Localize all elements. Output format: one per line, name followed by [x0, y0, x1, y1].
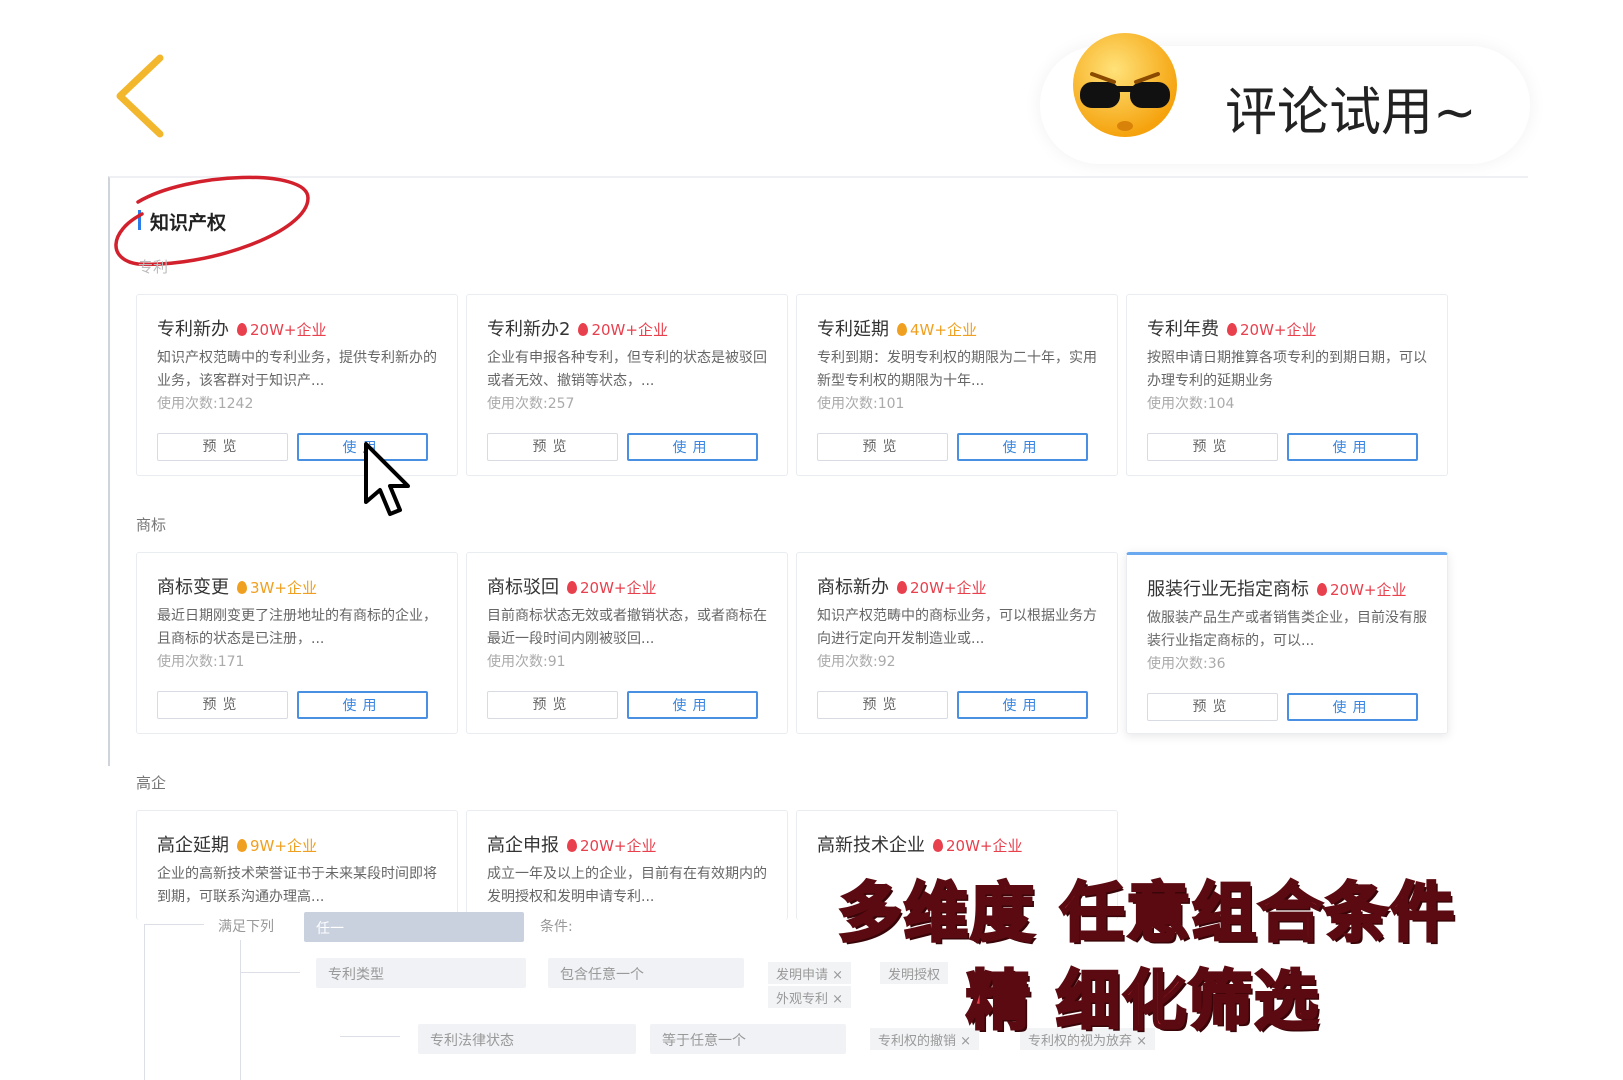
card-title: 专利年费 20W+企业	[1147, 319, 1317, 340]
template-card[interactable]: 商标变更 3W+企业最近日期刚变更了注册地址的有商标的企业，且商标的状态是已注册，…	[136, 552, 458, 734]
mouse-cursor-icon	[364, 442, 410, 516]
card-title: 专利延期 4W+企业	[817, 319, 977, 340]
hot-badge: 20W+企业	[1227, 321, 1317, 339]
card-description: 做服装产品生产或者销售类企业，目前没有服装行业指定商标的，可以...	[1147, 610, 1427, 649]
caption-line-2: 精 细化筛选	[964, 964, 1321, 1041]
caption-line-1: 多维度 任意组合条件	[836, 876, 1457, 953]
hot-badge: 9W+企业	[237, 837, 317, 855]
flame-icon	[237, 323, 247, 336]
card-usage-count: 使用次数:36	[1147, 656, 1226, 672]
flame-icon	[237, 839, 247, 852]
card-description: 知识产权范畴中的专利业务，提供专利新办的业务，该客群对于知识产...	[157, 350, 437, 389]
filter-match-select[interactable]: 任一	[304, 912, 524, 942]
group-label-patent: 专利	[138, 258, 169, 276]
card-title: 高企延期 9W+企业	[157, 835, 317, 856]
template-card[interactable]: 专利新办2 20W+企业企业有申报各种专利，但专利的状态是被驳回或者无效、撤销等状…	[466, 294, 788, 476]
card-title: 专利新办2 20W+企业	[487, 319, 668, 340]
card-title: 商标驳回 20W+企业	[487, 577, 657, 598]
card-description: 企业有申报各种专利，但专利的状态是被驳回或者无效、撤销等状态，...	[487, 350, 767, 389]
preview-button[interactable]: 预览	[817, 691, 948, 719]
card-description: 专利到期：发明专利权的期限为二十年，实用新型专利权的期限为十年...	[817, 350, 1097, 389]
filter-row1-field[interactable]: 专利类型	[316, 958, 526, 988]
filter-match-label: 满足下列	[218, 919, 274, 935]
filter-row2-operator[interactable]: 等于任意一个	[650, 1024, 846, 1054]
card-title: 商标新办 20W+企业	[817, 577, 987, 598]
filter-condition-label: 条件:	[540, 919, 573, 935]
hot-badge: 20W+企业	[1317, 581, 1407, 599]
card-usage-count: 使用次数:101	[817, 396, 905, 412]
preview-button[interactable]: 预览	[157, 433, 288, 461]
hot-badge: 20W+企业	[237, 321, 327, 339]
use-button[interactable]: 使用	[627, 691, 758, 719]
card-description: 知识产权范畴中的商标业务，可以根据业务方向进行定向开发制造业或...	[817, 608, 1097, 647]
template-card[interactable]: 商标驳回 20W+企业目前商标状态无效或者撤销状态，或者商标在最近一段时间内刚被驳…	[466, 552, 788, 734]
filter-row1-tag[interactable]: 发明申请 ×	[768, 962, 852, 984]
cool-face-emoji-icon	[1073, 33, 1177, 137]
group-label-hightech: 高企	[136, 774, 167, 792]
flame-icon	[237, 581, 247, 594]
card-title: 商标变更 3W+企业	[157, 577, 317, 598]
template-card[interactable]: 服装行业无指定商标 20W+企业做服装产品生产或者销售类企业，目前没有服装行业指定…	[1126, 552, 1448, 734]
card-usage-count: 使用次数:1242	[157, 396, 254, 412]
use-button[interactable]: 使用	[1287, 433, 1418, 461]
preview-button[interactable]: 预览	[487, 691, 618, 719]
flame-icon	[567, 839, 577, 852]
card-title: 高企申报 20W+企业	[487, 835, 657, 856]
card-usage-count: 使用次数:104	[1147, 396, 1235, 412]
filter-row1-operator[interactable]: 包含任意一个	[548, 958, 744, 988]
card-usage-count: 使用次数:257	[487, 396, 575, 412]
filter-row2-field[interactable]: 专利法律状态	[418, 1024, 636, 1054]
card-title: 高新技术企业 20W+企业	[817, 835, 1023, 856]
group-label-trademark: 商标	[136, 516, 167, 534]
card-usage-count: 使用次数:91	[487, 654, 566, 670]
use-button[interactable]: 使用	[957, 691, 1088, 719]
flame-icon	[897, 323, 907, 336]
use-button[interactable]: 使用	[1287, 693, 1418, 721]
template-card[interactable]: 专利延期 4W+企业专利到期：发明专利权的期限为二十年，实用新型专利权的期限为十年…	[796, 294, 1118, 476]
filter-row1-tag[interactable]: 发明授权	[880, 962, 949, 984]
comment-text: 评论试用~	[1225, 83, 1477, 143]
filter-row2-tag[interactable]: 专利权的撤销 ×	[870, 1028, 980, 1050]
card-title: 服装行业无指定商标 20W+企业	[1147, 579, 1407, 600]
preview-button[interactable]: 预览	[487, 433, 618, 461]
filter-row1-tag[interactable]: 外观专利 ×	[768, 986, 852, 1008]
flame-icon	[578, 323, 589, 336]
hot-badge: 20W+企业	[578, 321, 668, 339]
hot-badge: 4W+企业	[897, 321, 977, 339]
card-usage-count: 使用次数:92	[817, 654, 896, 670]
preview-button[interactable]: 预览	[1147, 693, 1278, 721]
preview-button[interactable]: 预览	[157, 691, 288, 719]
hot-badge: 20W+企业	[567, 837, 657, 855]
card-description: 目前商标状态无效或者撤销状态，或者商标在最近一段时间内刚被驳回...	[487, 608, 767, 647]
card-usage-count: 使用次数:171	[157, 654, 245, 670]
flame-icon	[897, 581, 907, 594]
preview-button[interactable]: 预览	[817, 433, 948, 461]
use-button[interactable]: 使用	[627, 433, 758, 461]
flame-icon	[567, 581, 577, 594]
flame-icon	[1317, 583, 1327, 596]
card-title: 专利新办 20W+企业	[157, 319, 327, 340]
flame-icon	[1227, 323, 1237, 336]
hot-badge: 20W+企业	[933, 837, 1023, 855]
back-chevron-icon[interactable]	[112, 52, 172, 140]
hot-badge: 20W+企业	[567, 579, 657, 597]
template-card[interactable]: 专利年费 20W+企业按照申请日期推算各项专利的到期日期，可以办理专利的延期业务使…	[1126, 294, 1448, 476]
hot-badge: 3W+企业	[237, 579, 317, 597]
card-description: 最近日期刚变更了注册地址的有商标的企业，且商标的状态是已注册，...	[157, 608, 437, 647]
use-button[interactable]: 使用	[297, 691, 428, 719]
use-button[interactable]: 使用	[957, 433, 1088, 461]
card-description: 按照申请日期推算各项专利的到期日期，可以办理专利的延期业务	[1147, 350, 1427, 389]
flame-icon	[933, 839, 943, 852]
hot-badge: 20W+企业	[897, 579, 987, 597]
template-card[interactable]: 商标新办 20W+企业知识产权范畴中的商标业务，可以根据业务方向进行定向开发制造业…	[796, 552, 1118, 734]
preview-button[interactable]: 预览	[1147, 433, 1278, 461]
